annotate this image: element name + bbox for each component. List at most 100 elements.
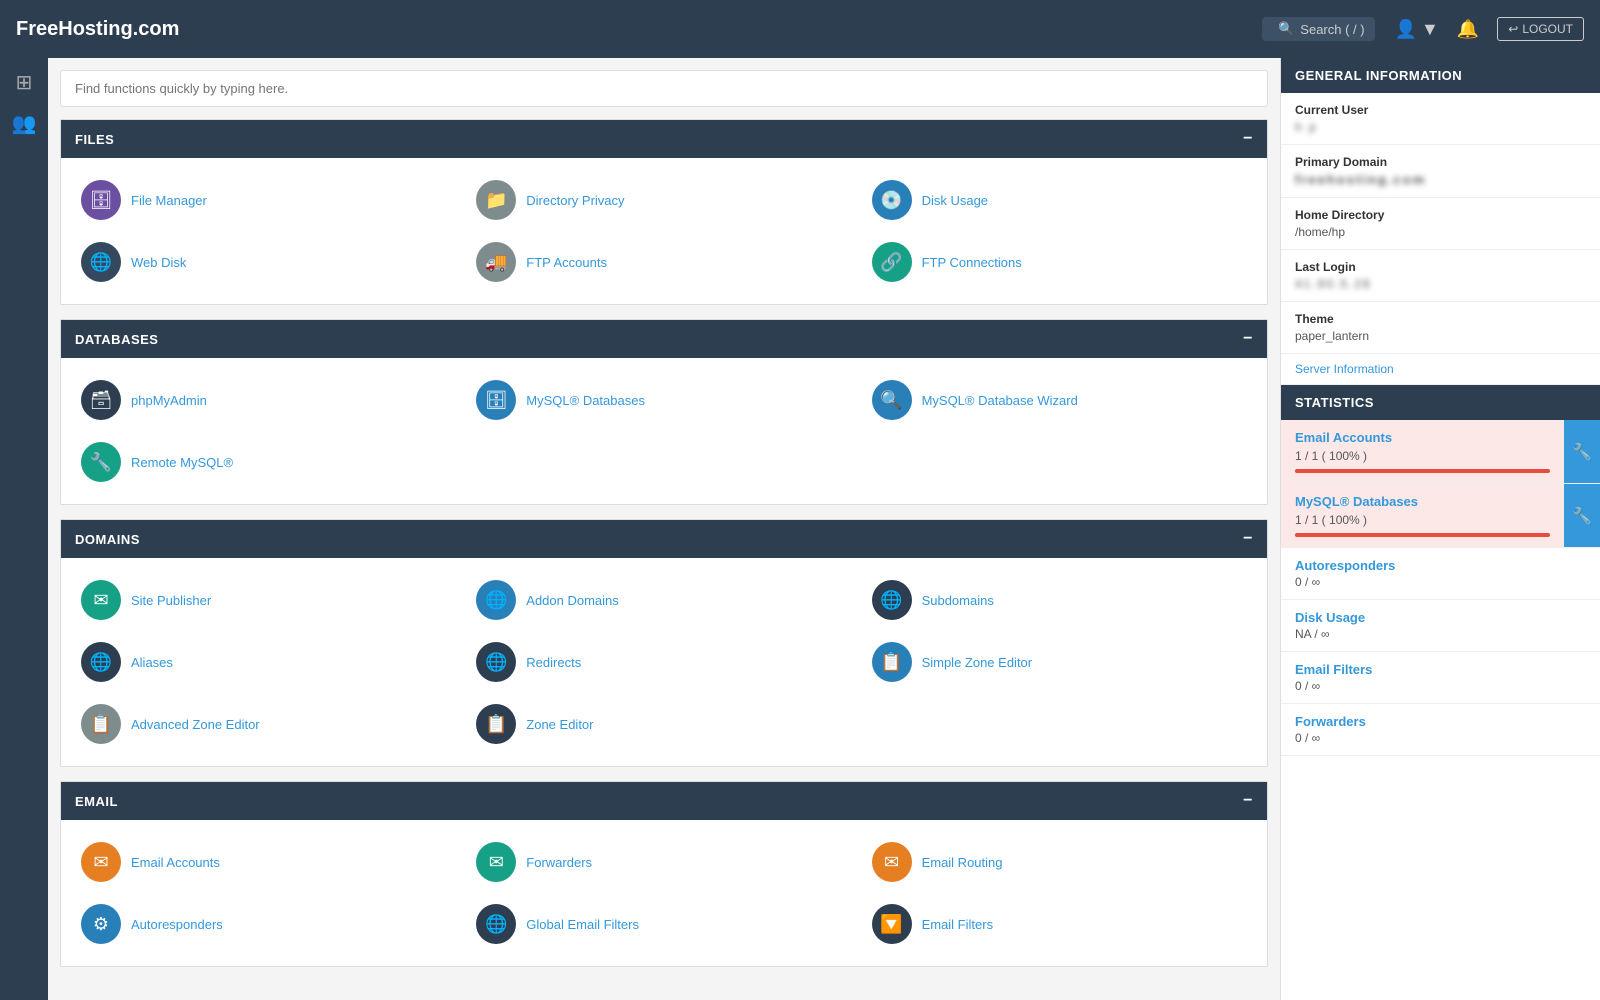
addon-domains-item[interactable]: 🌐 Addon Domains: [466, 572, 861, 628]
simple-zone-editor-item[interactable]: 📋 Simple Zone Editor: [862, 634, 1257, 690]
email-filters-stat-label[interactable]: Email Filters: [1295, 662, 1586, 677]
redirects-label: Redirects: [526, 655, 581, 670]
forwarders-stat-value: 0 / ∞: [1295, 731, 1586, 745]
mysql-databases-stat-row: MySQL® Databases 1 / 1 ( 100% ) 🔧: [1281, 484, 1600, 548]
email-collapse-icon[interactable]: −: [1243, 792, 1253, 810]
email-routing-item[interactable]: ✉ Email Routing: [862, 834, 1257, 890]
subdomains-icon: 🌐: [872, 580, 912, 620]
advanced-zone-editor-label: Advanced Zone Editor: [131, 717, 260, 732]
mysql-wizard-item[interactable]: 🔍 MySQL® Database Wizard: [862, 372, 1257, 428]
advanced-zone-editor-item[interactable]: 📋 Advanced Zone Editor: [71, 696, 466, 752]
grid-icon[interactable]: ⊞: [16, 70, 33, 95]
email-section: EMAIL − ✉ Email Accounts ✉ Forwarders ✉ …: [60, 781, 1268, 967]
current-user-label: Current User: [1295, 103, 1586, 117]
general-info-header: GENERAL INFORMATION: [1281, 58, 1600, 93]
search-label: Search ( / ): [1300, 22, 1364, 37]
disk-usage-icon: 💿: [872, 180, 912, 220]
user-menu-button[interactable]: 👤 ▼: [1395, 19, 1439, 40]
subdomains-item[interactable]: 🌐 Subdomains: [862, 572, 1257, 628]
users-icon[interactable]: 👥: [12, 111, 37, 136]
redirects-item[interactable]: 🌐 Redirects: [466, 634, 861, 690]
email-accounts-icon: ✉: [81, 842, 121, 882]
email-accounts-item[interactable]: ✉ Email Accounts: [71, 834, 466, 890]
search-bar-nav[interactable]: 🔍 Search ( / ): [1262, 17, 1374, 41]
mysql-databases-stat-value: 1 / 1 ( 100% ): [1295, 513, 1550, 527]
home-directory-label: Home Directory: [1295, 208, 1586, 222]
main-layout: ⊞ 👥 FILES − 🗄 File Manager 📁 Directory P…: [0, 58, 1600, 1000]
notifications-button[interactable]: 🔔: [1457, 19, 1479, 40]
zone-editor-label: Zone Editor: [526, 717, 593, 732]
email-accounts-label: Email Accounts: [131, 855, 220, 870]
zone-editor-icon: 📋: [476, 704, 516, 744]
addon-domains-icon: 🌐: [476, 580, 516, 620]
ftp-connections-item[interactable]: 🔗 FTP Connections: [862, 234, 1257, 290]
last-login-row: Last Login 41.90.5.28: [1281, 250, 1600, 302]
web-disk-item[interactable]: 🌐 Web Disk: [71, 234, 466, 290]
global-email-filters-item[interactable]: 🌐 Global Email Filters: [466, 896, 861, 952]
search-input[interactable]: [60, 70, 1268, 107]
left-sidebar: ⊞ 👥: [0, 58, 48, 1000]
disk-usage-stat-label[interactable]: Disk Usage: [1295, 610, 1586, 625]
aliases-icon: 🌐: [81, 642, 121, 682]
disk-usage-stat-value: NA / ∞: [1295, 627, 1586, 641]
user-menu-arrow: ▼: [1421, 19, 1439, 40]
email-routing-icon: ✉: [872, 842, 912, 882]
primary-domain-value: freehosting.com: [1295, 172, 1586, 187]
site-publisher-item[interactable]: ✉ Site Publisher: [71, 572, 466, 628]
zone-editor-item[interactable]: 📋 Zone Editor: [466, 696, 861, 752]
email-filters-icon: 🔽: [872, 904, 912, 944]
mysql-databases-stat-content: MySQL® Databases 1 / 1 ( 100% ): [1281, 484, 1564, 547]
theme-label: Theme: [1295, 312, 1586, 326]
email-routing-label: Email Routing: [922, 855, 1003, 870]
email-accounts-stat-content: Email Accounts 1 / 1 ( 100% ): [1281, 420, 1564, 483]
aliases-item[interactable]: 🌐 Aliases: [71, 634, 466, 690]
databases-section-header: DATABASES −: [61, 320, 1267, 358]
advanced-zone-editor-icon: 📋: [81, 704, 121, 744]
server-info-link[interactable]: Server Information: [1281, 354, 1600, 385]
ftp-accounts-icon: 🚚: [476, 242, 516, 282]
disk-usage-label: Disk Usage: [922, 193, 988, 208]
autoresponders-item[interactable]: ⚙ Autoresponders: [71, 896, 466, 952]
ftp-accounts-item[interactable]: 🚚 FTP Accounts: [466, 234, 861, 290]
directory-privacy-item[interactable]: 📁 Directory Privacy: [466, 172, 861, 228]
files-collapse-icon[interactable]: −: [1243, 130, 1253, 148]
email-filters-item[interactable]: 🔽 Email Filters: [862, 896, 1257, 952]
center-content: FILES − 🗄 File Manager 📁 Directory Priva…: [48, 58, 1280, 1000]
topnav: FreeHosting.com 🔍 Search ( / ) 👤 ▼ 🔔 ↩ L…: [0, 0, 1600, 58]
files-section: FILES − 🗄 File Manager 📁 Directory Priva…: [60, 119, 1268, 305]
phpmyadmin-item[interactable]: 🗃 phpMyAdmin: [71, 372, 466, 428]
forwarders-item[interactable]: ✉ Forwarders: [466, 834, 861, 890]
forwarders-label: Forwarders: [526, 855, 592, 870]
email-section-header: EMAIL −: [61, 782, 1267, 820]
addon-domains-label: Addon Domains: [526, 593, 619, 608]
logout-icon: ↩: [1508, 22, 1518, 36]
autoresponders-stat-row: Autoresponders 0 / ∞: [1281, 548, 1600, 600]
autoresponders-stat-value: 0 / ∞: [1295, 575, 1586, 589]
domains-collapse-icon[interactable]: −: [1243, 530, 1253, 548]
bell-icon: 🔔: [1457, 19, 1479, 40]
disk-usage-item[interactable]: 💿 Disk Usage: [862, 172, 1257, 228]
databases-collapse-icon[interactable]: −: [1243, 330, 1253, 348]
global-email-filters-label: Global Email Filters: [526, 917, 639, 932]
forwarders-icon: ✉: [476, 842, 516, 882]
mysql-databases-item[interactable]: 🗄 MySQL® Databases: [466, 372, 861, 428]
remote-mysql-icon: 🔧: [81, 442, 121, 482]
home-directory-row: Home Directory /home/hp: [1281, 198, 1600, 250]
phpmyadmin-label: phpMyAdmin: [131, 393, 207, 408]
ftp-connections-icon: 🔗: [872, 242, 912, 282]
forwarders-stat-label[interactable]: Forwarders: [1295, 714, 1586, 729]
theme-value: paper_lantern: [1295, 329, 1586, 343]
last-login-label: Last Login: [1295, 260, 1586, 274]
global-email-filters-icon: 🌐: [476, 904, 516, 944]
autoresponders-stat-label[interactable]: Autoresponders: [1295, 558, 1586, 573]
remote-mysql-item[interactable]: 🔧 Remote MySQL®: [71, 434, 466, 490]
site-publisher-label: Site Publisher: [131, 593, 211, 608]
topnav-icons: 👤 ▼ 🔔 ↩ LOGOUT: [1395, 17, 1584, 41]
logout-button[interactable]: ↩ LOGOUT: [1497, 17, 1584, 41]
mysql-databases-stat-label[interactable]: MySQL® Databases: [1295, 494, 1550, 509]
mysql-databases-wrench-button[interactable]: 🔧: [1564, 484, 1600, 547]
email-accounts-wrench-button[interactable]: 🔧: [1564, 420, 1600, 483]
statistics-header: STATISTICS: [1281, 385, 1600, 420]
email-accounts-stat-label[interactable]: Email Accounts: [1295, 430, 1550, 445]
file-manager-item[interactable]: 🗄 File Manager: [71, 172, 466, 228]
